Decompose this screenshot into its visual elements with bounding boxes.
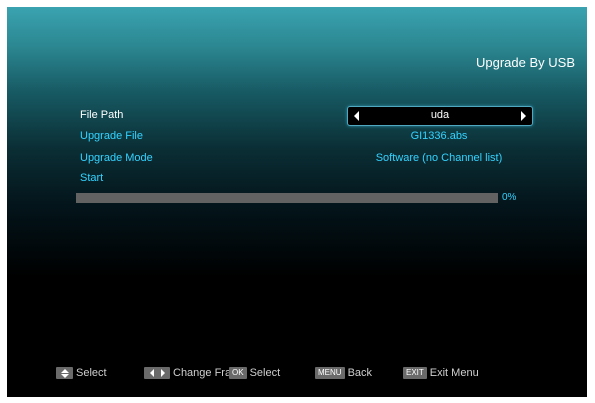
upgrade-progress-bar xyxy=(76,193,498,203)
footer-exit-hint: EXIT Exit Menu xyxy=(403,366,479,380)
upgrade-file-value[interactable]: GI1336.abs xyxy=(347,130,531,142)
upgrade-mode-value[interactable]: Software (no Channel list) xyxy=(347,152,531,164)
footer-menu-label: Back xyxy=(347,367,373,379)
footer-menu-hint: MENU Back xyxy=(315,366,372,380)
ok-key-icon: OK xyxy=(229,367,247,379)
page-title: Upgrade By USB xyxy=(476,55,575,70)
footer-select-label: Select xyxy=(76,367,107,379)
start-button[interactable]: Start xyxy=(80,172,103,184)
footer-ok-label: Select xyxy=(249,367,281,379)
arrow-right-icon[interactable] xyxy=(521,111,526,121)
up-down-arrows-icon xyxy=(56,367,73,379)
footer-ok-hint: OK Select xyxy=(229,366,280,380)
upgrade-file-label: Upgrade File xyxy=(80,130,143,142)
footer-exit-label: Exit Menu xyxy=(429,367,479,379)
menu-key-icon: MENU xyxy=(315,367,345,379)
upgrade-progress-text: 0% xyxy=(502,192,517,203)
upgrade-mode-label: Upgrade Mode xyxy=(80,152,153,164)
file-path-selector[interactable]: uda xyxy=(347,106,533,126)
footer-change-frame-hint: Change Fram xyxy=(144,366,240,380)
left-right-arrows-icon xyxy=(144,367,170,379)
upgrade-screen: Upgrade By USB File Path uda Upgrade Fil… xyxy=(7,7,587,397)
file-path-label: File Path xyxy=(80,109,124,121)
file-path-value: uda xyxy=(430,109,450,121)
exit-key-icon: EXIT xyxy=(403,367,427,379)
arrow-left-icon[interactable] xyxy=(354,111,359,121)
footer-select-hint: Select xyxy=(56,366,107,380)
